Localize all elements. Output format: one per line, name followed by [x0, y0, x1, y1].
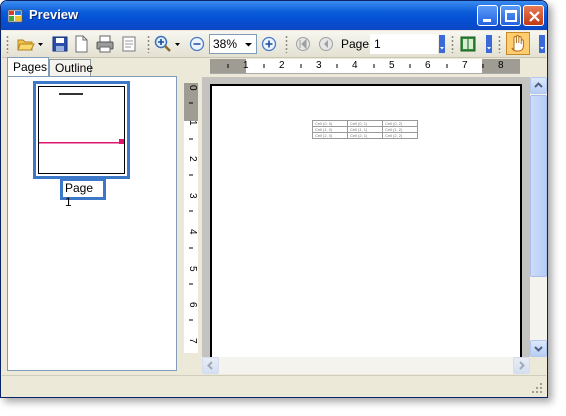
vertical-ruler: 0 1 2 3 4 5 6 7	[184, 83, 198, 353]
maximize-button[interactable]	[500, 5, 521, 26]
close-icon	[529, 11, 540, 22]
thumbnail-label: Page 1	[65, 181, 94, 209]
zoom-value: 38%	[213, 37, 238, 51]
horizontal-scrollbar[interactable]	[202, 357, 530, 374]
toolbar-grip-3[interactable]	[285, 35, 288, 53]
vertical-scrollbar[interactable]	[530, 77, 547, 357]
window-title: Preview	[29, 7, 79, 22]
vruler-ticks	[189, 102, 193, 321]
hruler-ticks	[227, 64, 484, 68]
title-bar[interactable]: Preview	[1, 1, 547, 30]
toolbar-grip[interactable]	[6, 35, 9, 53]
chevron-down-icon	[534, 346, 543, 352]
toolbar-grip-2[interactable]	[147, 35, 150, 53]
toolbar-overflow-3-icon[interactable]	[538, 35, 546, 53]
preview-window: Preview 38% Page 1 Pages Outline Page 1 …	[0, 0, 548, 398]
table-row: Cell (2, 0) Cell (2, 1) Cell (2, 2)	[312, 132, 418, 139]
vertical-scroll-thumb[interactable]	[530, 95, 547, 277]
horizontal-ruler: 1 2 3 4 5 6 7 8	[210, 59, 520, 74]
book-view-icon[interactable]	[459, 35, 477, 53]
resize-grip-icon[interactable]	[531, 382, 543, 394]
scroll-down-button[interactable]	[530, 340, 547, 357]
page-table: Cell (0, 0) Cell (0, 1) Cell (0, 2) Cell…	[312, 120, 418, 139]
hand-tool-button[interactable]	[506, 32, 530, 55]
toolbar-overflow-icon[interactable]	[438, 35, 446, 53]
scroll-left-button[interactable]	[202, 357, 219, 374]
preview-viewport[interactable]: Cell (0, 0) Cell (0, 1) Cell (0, 2) Cell…	[202, 77, 530, 357]
tab-pages[interactable]: Pages	[7, 57, 49, 77]
close-button[interactable]	[523, 5, 544, 26]
tab-outline-label: Outline	[55, 61, 94, 75]
hand-icon	[511, 34, 524, 52]
preview-page: Cell (0, 0) Cell (0, 1) Cell (0, 2) Cell…	[210, 84, 522, 357]
page-thumbnail-image	[38, 86, 125, 174]
minimize-button[interactable]	[477, 5, 498, 26]
page-label: Page	[341, 37, 370, 51]
scroll-right-button[interactable]	[513, 357, 530, 374]
table-cell: Cell (2, 1)	[347, 132, 383, 139]
print-preview-icon[interactable]	[120, 35, 138, 53]
toolbar-grip-4[interactable]	[451, 35, 454, 53]
toolbar: 38% Page 1	[2, 31, 546, 58]
chevron-up-icon	[534, 82, 543, 88]
scroll-up-button[interactable]	[530, 77, 547, 94]
page-setup-icon[interactable]	[72, 35, 90, 53]
zoom-dropdown-icon[interactable]	[174, 35, 182, 53]
app-icon	[7, 9, 23, 23]
thumbnail-label-box[interactable]: Page 1	[60, 178, 106, 209]
tab-pages-label: Pages	[13, 60, 48, 74]
zoom-out-icon[interactable]	[188, 35, 206, 53]
maximize-icon	[505, 10, 517, 22]
page-number-input[interactable]: 1	[370, 34, 438, 54]
chevron-down-icon[interactable]	[242, 36, 255, 52]
status-bar	[2, 375, 546, 397]
chevron-left-icon	[207, 361, 213, 370]
table-row: Cell (0, 0) Cell (0, 1) Cell (0, 2)	[312, 120, 418, 127]
save-icon[interactable]	[51, 35, 69, 53]
pages-panel: Page 1	[7, 76, 177, 371]
zoom-in-circle-icon[interactable]	[260, 35, 278, 53]
open-dropdown-icon[interactable]	[37, 35, 45, 53]
toolbar-grip-5[interactable]	[498, 35, 501, 53]
previous-page-icon[interactable]	[317, 35, 335, 53]
table-cell: Cell (2, 2)	[382, 132, 418, 139]
table-cell: Cell (2, 0)	[312, 132, 348, 139]
open-folder-icon[interactable]	[17, 35, 35, 53]
zoom-combo[interactable]: 38%	[209, 34, 257, 54]
chevron-right-icon	[519, 361, 525, 370]
zoom-in-icon[interactable]	[154, 35, 172, 53]
toolbar-overflow-2-icon[interactable]	[485, 35, 493, 53]
first-page-icon[interactable]	[294, 35, 312, 53]
minimize-icon	[483, 19, 491, 22]
print-icon[interactable]	[96, 35, 114, 53]
tab-outline[interactable]: Outline	[49, 59, 94, 76]
table-row: Cell (1, 0) Cell (1, 1) Cell (1, 2)	[312, 126, 418, 133]
page-thumbnail[interactable]	[33, 81, 130, 179]
thumbnail-content-icon	[39, 93, 124, 144]
page-number-value: 1	[374, 37, 381, 51]
